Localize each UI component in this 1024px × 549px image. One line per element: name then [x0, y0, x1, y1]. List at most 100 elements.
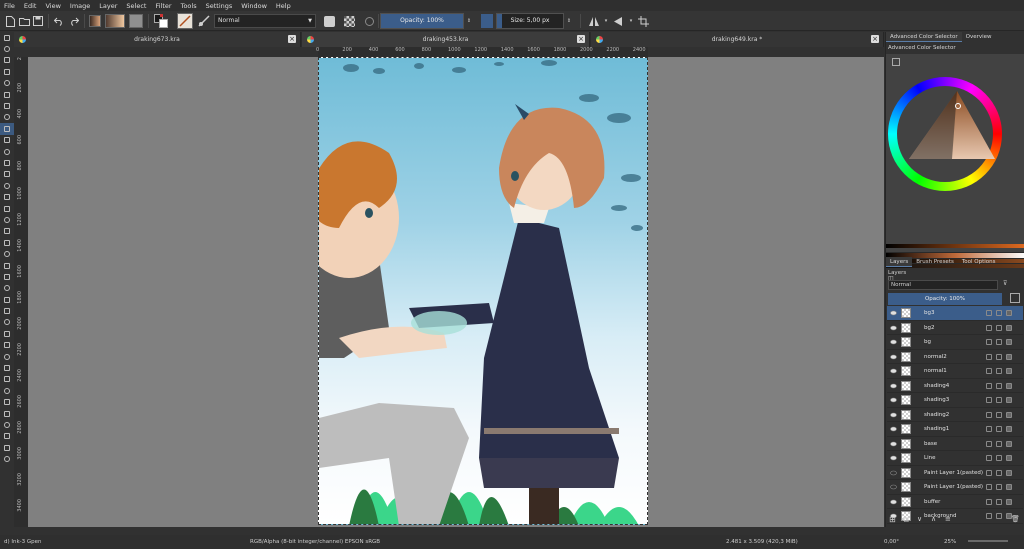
toolbox-tool-icon[interactable]: [0, 431, 14, 442]
tab-document-3[interactable]: draking649.kra * ×: [591, 32, 884, 47]
toolbox-tool-icon[interactable]: [0, 362, 14, 373]
menu-file[interactable]: File: [4, 2, 15, 10]
toolbox-tool-icon[interactable]: [0, 55, 14, 66]
toolbox-tool-icon[interactable]: [0, 317, 14, 328]
layer-row[interactable]: Line: [887, 451, 1023, 466]
alpha-lock-icon[interactable]: [996, 484, 1002, 490]
move-layer-down-icon[interactable]: ∨: [917, 515, 922, 523]
eye-icon[interactable]: [890, 354, 897, 360]
color-selector-settings-icon[interactable]: [892, 58, 900, 66]
alpha-lock-icon[interactable]: [996, 426, 1002, 432]
redo-icon[interactable]: [68, 13, 80, 29]
toolbox-tool-icon[interactable]: [0, 260, 14, 271]
mirror-horizontal-icon[interactable]: [586, 13, 602, 29]
alpha-lock-icon[interactable]: [996, 411, 1002, 418]
toolbox-tool-icon[interactable]: [0, 351, 14, 362]
alpha-lock-icon[interactable]: [996, 368, 1002, 374]
eye-icon[interactable]: [890, 325, 897, 331]
alpha-lock-icon[interactable]: [996, 440, 1002, 447]
tab-document-2[interactable]: draking453.kra ×: [302, 32, 590, 47]
inherit-alpha-icon[interactable]: [1006, 426, 1012, 432]
inherit-alpha-icon[interactable]: [1006, 324, 1012, 331]
menu-settings[interactable]: Settings: [206, 2, 233, 10]
new-document-icon[interactable]: [4, 13, 16, 29]
layer-row[interactable]: normal1: [887, 364, 1023, 379]
wrap-around-icon[interactable]: [636, 13, 650, 29]
toolbox-tool-icon[interactable]: [0, 191, 14, 202]
lock-icon[interactable]: [986, 339, 992, 345]
toolbox-tool-icon[interactable]: [0, 397, 14, 408]
toolbox-tool-icon[interactable]: [0, 237, 14, 248]
alpha-lock-icon[interactable]: [996, 498, 1002, 505]
menu-view[interactable]: View: [45, 2, 60, 10]
tab-tool-options[interactable]: Tool Options: [958, 257, 1000, 267]
layer-row[interactable]: shading3: [887, 393, 1023, 408]
lock-icon[interactable]: [986, 484, 992, 490]
layer-row[interactable]: bg3: [887, 306, 1023, 321]
color-history-strip[interactable]: [886, 244, 1024, 248]
inherit-alpha-icon[interactable]: [1006, 440, 1012, 447]
layer-row[interactable]: bg: [887, 335, 1023, 350]
toolbox-tool-icon[interactable]: [0, 374, 14, 385]
zoom-slider[interactable]: [968, 540, 1008, 542]
eye-icon[interactable]: [890, 441, 897, 447]
toolbox-tool-icon[interactable]: [0, 305, 14, 316]
brush-preset-icon[interactable]: [176, 13, 194, 29]
lock-icon[interactable]: [986, 455, 992, 461]
inherit-alpha-icon[interactable]: [1006, 339, 1012, 345]
open-document-icon[interactable]: [18, 13, 30, 29]
alpha-lock-icon[interactable]: [996, 310, 1002, 316]
toolbox-tool-icon[interactable]: [0, 328, 14, 339]
filter-icon[interactable]: ⊽: [1003, 280, 1007, 287]
eye-icon[interactable]: [890, 368, 897, 374]
menu-window[interactable]: Window: [241, 2, 267, 10]
eye-icon[interactable]: [890, 310, 897, 316]
alpha-lock-icon[interactable]: [996, 339, 1002, 345]
lock-icon[interactable]: [986, 353, 992, 360]
toolbox-tool-icon[interactable]: [0, 442, 14, 453]
tab-document-1[interactable]: draking673.kra ×: [14, 32, 301, 47]
toolbox-tool-icon[interactable]: [0, 89, 14, 100]
toolbox-tool-icon[interactable]: [0, 146, 14, 157]
layer-row[interactable]: Paint Layer 1(pasted): [887, 480, 1023, 495]
alpha-lock-icon[interactable]: [996, 455, 1002, 461]
zoom-label[interactable]: 25%: [944, 535, 956, 549]
layer-menu-icon[interactable]: ≡: [945, 515, 951, 523]
eye-icon[interactable]: [890, 383, 897, 389]
eye-icon[interactable]: [890, 397, 897, 403]
toolbox-tool-icon[interactable]: [0, 226, 14, 237]
layer-blend-dropdown[interactable]: Normal: [888, 280, 998, 290]
size-slider[interactable]: Size: 5,00 px: [496, 13, 564, 29]
inherit-alpha-icon[interactable]: [1006, 397, 1012, 403]
alpha-lock-icon[interactable]: [996, 382, 1002, 389]
menu-select[interactable]: Select: [126, 2, 146, 10]
lock-icon[interactable]: [986, 498, 992, 505]
toolbox-tool-icon[interactable]: [0, 294, 14, 305]
lock-icon[interactable]: [986, 368, 992, 374]
toolbox-tool-icon[interactable]: [0, 340, 14, 351]
inherit-alpha-icon[interactable]: [1006, 382, 1012, 389]
opacity-slider[interactable]: Opacity: 100%: [380, 13, 464, 29]
close-icon[interactable]: ×: [577, 35, 585, 43]
lock-icon[interactable]: [986, 382, 992, 389]
tab-advanced-color-selector[interactable]: Advanced Color Selector: [886, 32, 962, 42]
layer-row[interactable]: buffer: [887, 495, 1023, 509]
tab-overview[interactable]: Overview: [962, 32, 996, 42]
layer-row[interactable]: base: [887, 437, 1023, 451]
toolbox-tool-icon[interactable]: [0, 385, 14, 396]
menu-image[interactable]: Image: [70, 2, 90, 10]
layer-row[interactable]: shading2: [887, 408, 1023, 422]
duplicate-layer-icon[interactable]: ⧉: [903, 515, 909, 525]
toolbox-tool-icon[interactable]: [0, 43, 14, 54]
inherit-alpha-icon[interactable]: [1006, 484, 1012, 490]
lock-icon[interactable]: [986, 310, 992, 316]
toolbox-tool-icon[interactable]: [0, 66, 14, 77]
inherit-alpha-icon[interactable]: [1006, 411, 1012, 418]
eye-icon[interactable]: [890, 412, 897, 418]
layer-row[interactable]: Paint Layer 1(pasted): [887, 466, 1023, 480]
document-canvas[interactable]: [318, 57, 648, 525]
toolbox-tool-icon[interactable]: [0, 408, 14, 419]
toolbox-tool-icon[interactable]: [0, 419, 14, 430]
toolbox-tool-icon[interactable]: [0, 157, 14, 168]
lock-icon[interactable]: [986, 440, 992, 447]
